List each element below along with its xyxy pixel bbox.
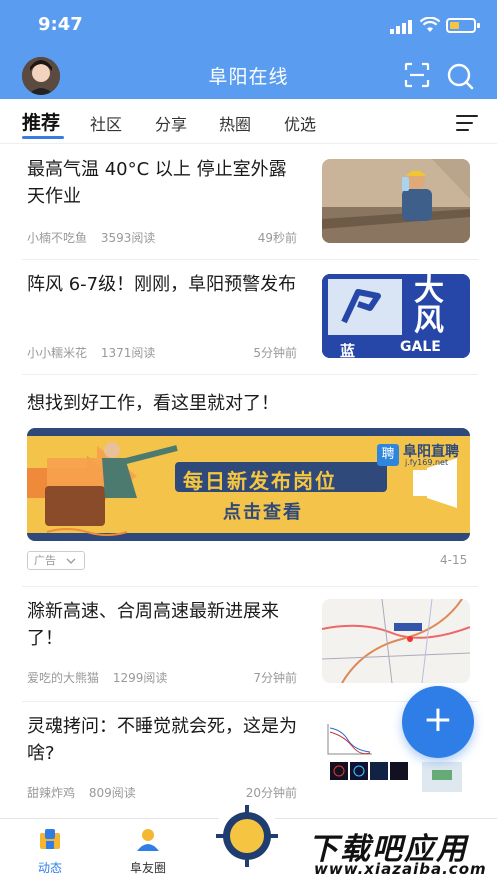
menu-icon[interactable]: [456, 115, 478, 131]
status-bar: 9:47: [0, 14, 497, 38]
article-time: 7分钟前: [253, 671, 297, 685]
article-title: 滁新高速、合周高速最新进展来了！: [27, 601, 279, 649]
nav-friends-label: 阜友圈: [129, 861, 166, 875]
divider: [22, 374, 478, 375]
status-time: 9:47: [38, 14, 83, 35]
article-author: 甜辣炸鸡: [27, 786, 76, 800]
article-author: 爱吃的大熊猫: [27, 671, 100, 685]
article-reads: 1299阅读: [112, 671, 168, 685]
battery-icon: [446, 18, 480, 33]
tab-selected[interactable]: 优选: [284, 111, 316, 135]
highway-map-icon: [322, 599, 470, 683]
wind-warning-corner: 蓝: [340, 342, 356, 358]
nav-friends-circle[interactable]: 阜友圈: [118, 827, 178, 876]
article-meta: 甜辣炸鸡 809阅读 20分钟前: [27, 784, 297, 801]
tab-hot-circle[interactable]: 热圈: [219, 111, 251, 135]
article-thumbnail: 大风 GALE 蓝: [322, 274, 470, 358]
article-time: 20分钟前: [245, 786, 297, 800]
ad-brand-badge: 聘: [377, 444, 399, 466]
nav-dynamic-label: 动态: [37, 861, 62, 875]
ad-tag[interactable]: 广告: [27, 551, 85, 570]
wifi-icon: [420, 17, 440, 32]
tab-recommend[interactable]: 推荐: [22, 108, 60, 135]
ad-headline: 每日新发布岗位: [183, 469, 337, 493]
article-title: 阵风 6-7级！刚刚，阜阳预警发布: [27, 274, 297, 295]
list-item[interactable]: 阵风 6-7级！刚刚，阜阳预警发布 小小糯米花 1371阅读 5分钟前 大风 G…: [0, 260, 497, 375]
ad-index: 4-15: [440, 553, 468, 567]
scan-icon[interactable]: [404, 62, 430, 88]
wind-warning-gale: GALE: [400, 339, 441, 355]
article-meta: 小小糯米花 1371阅读 5分钟前: [27, 344, 297, 361]
ad-cta: 点击查看: [223, 502, 303, 523]
target-icon: [216, 805, 278, 867]
friends-icon: [137, 829, 159, 851]
article-reads: 3593阅读: [100, 231, 156, 245]
article-reads: 1371阅读: [100, 346, 156, 360]
list-item[interactable]: 最高气温 40°C 以上 停止室外露天作业 小楠不吃鱼 3593阅读 49秒前: [0, 145, 497, 260]
publish-center-button[interactable]: [214, 803, 280, 869]
article-thumbnail: [322, 599, 470, 683]
article-meta: 小楠不吃鱼 3593阅读 49秒前: [27, 229, 297, 246]
ad-brand-url: j.fy169.net: [405, 458, 449, 467]
active-tab-indicator: [22, 136, 64, 139]
building-icon: [40, 829, 60, 849]
article-author: 小小糯米花: [27, 346, 88, 360]
article-time: 49秒前: [257, 231, 297, 245]
article-title: 最高气温 40°C 以上 停止室外露天作业: [27, 159, 287, 207]
ad-banner[interactable]: 聘 阜阳直聘 j.fy169.net 每日新发布岗位 点击查看: [27, 428, 470, 541]
watermark: 下载吧应用 www.xiazaiba.com: [300, 822, 495, 880]
wind-warning-text: 大风: [414, 274, 444, 338]
article-reads: 809阅读: [88, 786, 136, 800]
create-post-button[interactable]: +: [402, 686, 474, 758]
tab-community[interactable]: 社区: [90, 111, 122, 135]
article-author: 小楠不吃鱼: [27, 231, 88, 245]
nav-dynamic[interactable]: 动态: [20, 827, 80, 876]
watermark-url: www.xiazaiba.com: [314, 860, 487, 878]
ad-tag-label: 广告: [34, 554, 56, 567]
article-thumbnail: [322, 159, 470, 243]
article-meta: 爱吃的大熊猫 1299阅读 7分钟前: [27, 669, 297, 686]
article-time: 5分钟前: [253, 346, 297, 360]
top-bar: 9:47 阜阳在线: [0, 0, 497, 99]
category-tabs: 推荐 社区 分享 热圈 优选: [0, 99, 497, 144]
search-icon[interactable]: [446, 62, 474, 90]
tab-share[interactable]: 分享: [155, 111, 187, 135]
article-title: 灵魂拷问：不睡觉就会死，这是为啥?: [27, 716, 297, 764]
chevron-down-icon: [66, 558, 76, 564]
list-item[interactable]: 滁新高速、合周高速最新进展来了！ 爱吃的大熊猫 1299阅读 7分钟前: [0, 587, 497, 702]
worker-photo-icon: [322, 159, 470, 243]
ad-title[interactable]: 想找到好工作，看这里就对了！: [27, 389, 279, 415]
plus-icon: +: [422, 699, 454, 740]
cellular-signal-icon: [390, 20, 412, 34]
